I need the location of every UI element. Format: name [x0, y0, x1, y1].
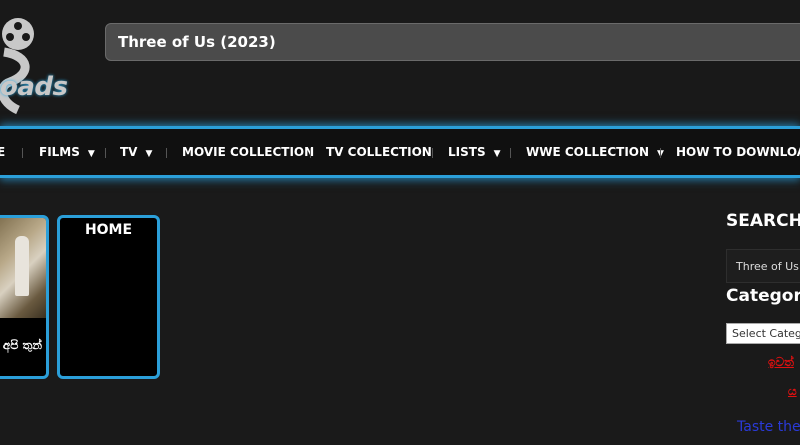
nav-item-label: MOVIE COLLECTION — [182, 145, 315, 159]
nav-item-wwe-collection[interactable]: WWE COLLECTION▼ — [526, 129, 664, 175]
top-search-input[interactable]: Three of Us (2023) — [105, 23, 800, 61]
nav-item-label: LISTS — [448, 145, 486, 159]
movie-card[interactable]: අපි තුන් — [0, 215, 49, 379]
nav-item-home[interactable]: E — [0, 129, 5, 175]
nav-divider — [166, 148, 167, 158]
nav-item-how-to-download[interactable]: HOW TO DOWNLOAD L — [676, 129, 800, 175]
logo-text: oads — [0, 72, 68, 102]
nav-item-movie-collection[interactable]: MOVIE COLLECTION — [182, 129, 314, 175]
nav-item-label: TV — [120, 145, 138, 159]
movie-poster-image — [0, 218, 46, 318]
poster-figure — [15, 236, 29, 296]
nav-item-label: TV COLLECTION — [326, 145, 432, 159]
home-card[interactable]: HOME — [57, 215, 160, 379]
caret-down-icon: ▼ — [87, 149, 95, 159]
nav-item-label: HOW TO DOWNLOAD L — [676, 145, 800, 159]
sidebar-categories-heading: Categorie — [726, 286, 800, 306]
nav-divider — [432, 148, 433, 158]
category-select[interactable]: Select Categ — [726, 323, 800, 344]
nav-item-lists[interactable]: LISTS ▼ — [448, 129, 501, 175]
sidebar-search-heading: SEARCH — [726, 211, 800, 231]
nav-divider — [22, 148, 23, 158]
caret-down-icon: ▼ — [493, 149, 501, 159]
nav-item-label: WWE COLLECTION — [526, 145, 650, 159]
site-header: oads Three of Us (2023) — [0, 0, 800, 124]
nav-item-tv[interactable]: TV ▼ — [120, 129, 152, 175]
movie-card-title: අපි තුන් — [2, 338, 42, 352]
sidebar-search-input[interactable]: Three of Us (2 — [726, 249, 800, 283]
nav-item-films[interactable]: FILMS ▼ — [39, 129, 95, 175]
caret-down-icon: ▼ — [145, 149, 153, 159]
home-card-title: HOME — [84, 222, 133, 238]
sidebar-link[interactable]: ඉවත් — [768, 355, 794, 370]
nav-divider — [310, 148, 311, 158]
nav-divider — [105, 148, 106, 158]
nav-item-tv-collection[interactable]: TV COLLECTION — [326, 129, 432, 175]
sidebar-link[interactable]: ය — [788, 384, 797, 399]
site-logo[interactable]: oads — [0, 12, 80, 120]
nav-item-label: E — [0, 145, 6, 159]
nav-divider — [510, 148, 511, 158]
nav-divider — [660, 148, 661, 158]
nav-item-label: FILMS — [39, 145, 80, 159]
promo-text[interactable]: Taste the — [737, 419, 800, 435]
film-reel-icon — [0, 18, 34, 115]
main-navigation: E FILMS ▼ TV ▼ MOVIE COLLECTION TV COLLECT… — [0, 126, 800, 178]
